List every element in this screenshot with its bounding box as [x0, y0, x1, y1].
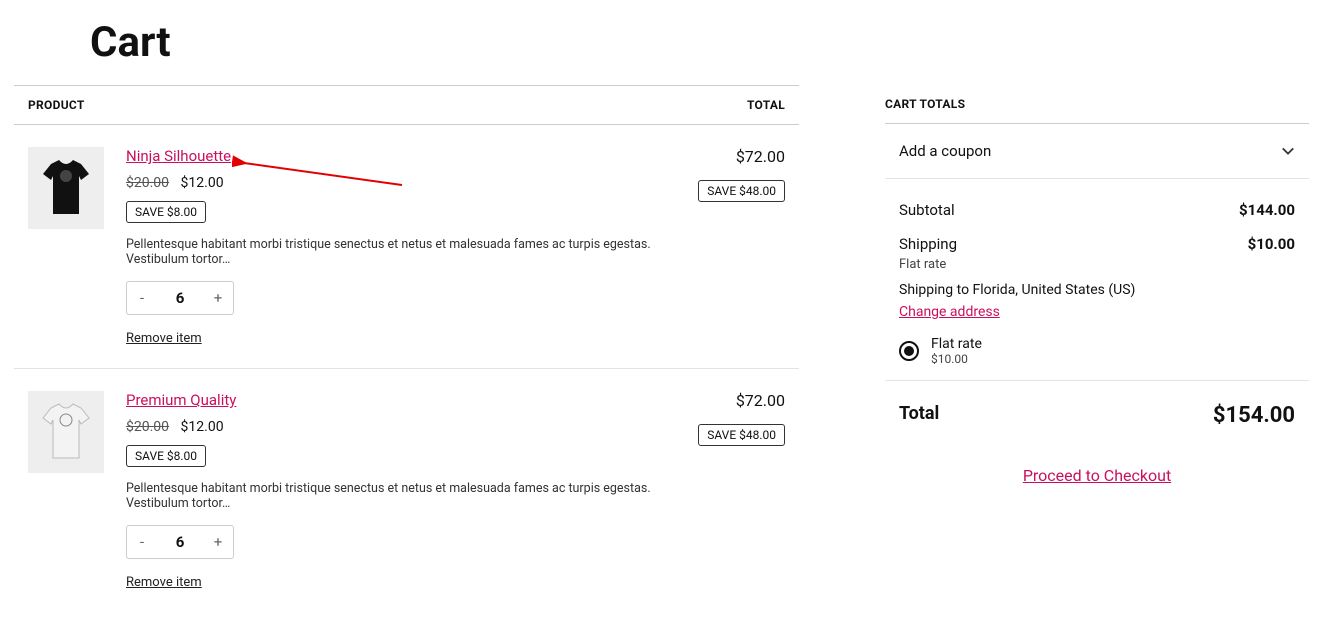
sale-price: $12.00 — [181, 175, 224, 191]
chevron-down-icon — [1281, 144, 1295, 158]
original-price: $20.00 — [126, 175, 169, 191]
shipping-option-label: Flat rate — [931, 336, 982, 352]
cart-item: Premium Quality $20.00 $12.00 SAVE $8.00… — [14, 369, 799, 612]
shipping-to-text: Shipping to Florida, United States (US) — [899, 282, 1295, 298]
remove-item-link[interactable]: Remove item — [126, 331, 202, 346]
remove-item-link[interactable]: Remove item — [126, 575, 202, 590]
shipping-option-radio[interactable] — [899, 341, 919, 361]
shipping-value: $10.00 — [1248, 235, 1295, 253]
proceed-to-checkout-link[interactable]: Proceed to Checkout — [885, 466, 1309, 485]
shipping-option-price: $10.00 — [931, 352, 982, 366]
product-name-link[interactable]: Ninja Silhouette — [126, 147, 231, 165]
original-price: $20.00 — [126, 419, 169, 435]
cart-table-header: PRODUCT TOTAL — [14, 85, 799, 125]
change-address-link[interactable]: Change address — [899, 304, 1000, 320]
qty-increase-button[interactable]: + — [203, 282, 233, 314]
subtotal-label: Subtotal — [899, 201, 955, 219]
qty-value[interactable]: 6 — [157, 526, 203, 558]
coupon-label: Add a coupon — [899, 142, 991, 160]
line-total: $72.00 — [655, 391, 785, 410]
col-header-product: PRODUCT — [28, 98, 85, 112]
qty-value[interactable]: 6 — [157, 282, 203, 314]
product-thumbnail[interactable] — [28, 391, 104, 473]
product-name-link[interactable]: Premium Quality — [126, 391, 236, 409]
shipping-label: Shipping — [899, 235, 957, 253]
tshirt-icon — [41, 158, 91, 218]
product-thumbnail[interactable] — [28, 147, 104, 229]
unit-save-badge: SAVE $8.00 — [126, 445, 206, 467]
line-save-badge: SAVE $48.00 — [698, 180, 785, 202]
product-description: Pellentesque habitant morbi tristique se… — [126, 237, 655, 267]
subtotal-value: $144.00 — [1239, 201, 1295, 219]
cart-item: Ninja Silhouette $20.00 $12.00 SAVE $8.0… — [14, 125, 799, 369]
page-title: Cart — [90, 18, 1309, 67]
shipping-method-sub: Flat rate — [899, 257, 1295, 272]
line-total: $72.00 — [655, 147, 785, 166]
quantity-stepper: - 6 + — [126, 525, 234, 559]
quantity-stepper: - 6 + — [126, 281, 234, 315]
sale-price: $12.00 — [181, 419, 224, 435]
cart-items-column: PRODUCT TOTAL Ninja Silhouette $20.00 $1… — [14, 85, 799, 612]
qty-decrease-button[interactable]: - — [127, 282, 157, 314]
product-description: Pellentesque habitant morbi tristique se… — [126, 481, 655, 511]
radio-selected-icon — [904, 346, 914, 356]
total-value: $154.00 — [1213, 403, 1295, 428]
col-header-total: TOTAL — [747, 98, 785, 112]
line-save-badge: SAVE $48.00 — [698, 424, 785, 446]
totals-header: CART TOTALS — [885, 85, 1309, 124]
qty-decrease-button[interactable]: - — [127, 526, 157, 558]
unit-save-badge: SAVE $8.00 — [126, 201, 206, 223]
tshirt-icon — [41, 402, 91, 462]
cart-totals-column: CART TOTALS Add a coupon Subtotal $144.0… — [885, 85, 1309, 485]
add-coupon-toggle[interactable]: Add a coupon — [885, 124, 1309, 179]
total-label: Total — [899, 403, 939, 428]
qty-increase-button[interactable]: + — [203, 526, 233, 558]
